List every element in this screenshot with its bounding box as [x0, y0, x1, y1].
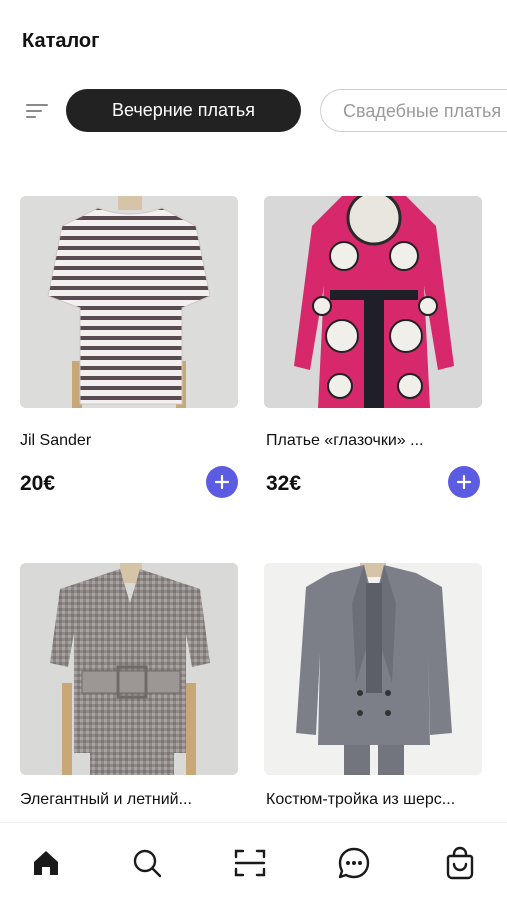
- search-icon[interactable]: [129, 845, 165, 881]
- product-card[interactable]: Jil Sander 20€: [20, 196, 238, 506]
- grey-three-piece-suit-photo[interactable]: [264, 563, 482, 775]
- tweed-belted-jacket-photo[interactable]: [20, 563, 238, 775]
- product-price: 32€: [266, 472, 302, 495]
- category-filter-bar: Вечерние платья Свадебные платья: [0, 88, 507, 134]
- plus-icon: [215, 475, 229, 489]
- floral-pink-dress-photo[interactable]: [264, 196, 482, 408]
- product-name[interactable]: Элегантный и летний...: [20, 791, 192, 809]
- filter-lines-icon[interactable]: [26, 101, 48, 121]
- add-to-cart-button[interactable]: [448, 466, 480, 498]
- striped-tshirt-dress-photo[interactable]: [20, 196, 238, 408]
- product-name[interactable]: Jil Sander: [20, 432, 91, 450]
- chat-icon[interactable]: [336, 845, 372, 881]
- shopping-bag-icon[interactable]: [442, 845, 478, 881]
- chip-evening-dresses[interactable]: Вечерние платья: [66, 89, 301, 132]
- page-title: Каталог: [22, 30, 100, 52]
- product-card[interactable]: Элегантный и летний...: [20, 563, 238, 813]
- add-to-cart-button[interactable]: [206, 466, 238, 498]
- product-name[interactable]: Платье «глазочки» ...: [266, 432, 423, 450]
- plus-icon: [457, 475, 471, 489]
- home-icon[interactable]: [28, 845, 64, 881]
- product-card[interactable]: Костюм-тройка из шерс...: [264, 563, 482, 813]
- product-card[interactable]: Платье «глазочки» ... 32€: [264, 196, 482, 506]
- product-price: 20€: [20, 472, 56, 495]
- chip-wedding-dresses[interactable]: Свадебные платья: [320, 89, 507, 132]
- scan-icon[interactable]: [232, 845, 268, 881]
- product-name[interactable]: Костюм-тройка из шерс...: [266, 791, 455, 809]
- bottom-navigation: [0, 822, 507, 900]
